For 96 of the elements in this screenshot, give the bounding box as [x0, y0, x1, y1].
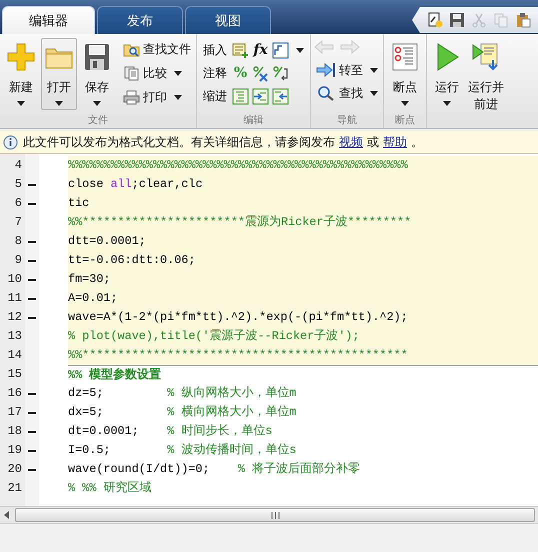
- caret-icon: [55, 101, 63, 106]
- line-number: 7: [14, 214, 23, 231]
- indent-icon[interactable]: [232, 88, 249, 104]
- scroll-left-icon[interactable]: [3, 511, 11, 519]
- caret-icon: [370, 90, 378, 96]
- code-text: tic: [68, 196, 90, 210]
- link[interactable]: 视频: [339, 134, 363, 148]
- caret-icon[interactable]: [296, 48, 304, 52]
- toolbar-button[interactable]: 比较: [121, 62, 193, 84]
- line-number: 18: [0, 422, 39, 441]
- comment-text: % 波动传播时间，单位s: [167, 443, 296, 457]
- comment-text: % 横向网格大小，单位m: [167, 405, 296, 419]
- arrow-to-bar-icon: [316, 62, 336, 78]
- line-number: 13: [6, 328, 23, 345]
- toolbar-button[interactable]: 新建: [3, 38, 39, 110]
- uncomment-icon[interactable]: [252, 64, 269, 82]
- caret-icon: [17, 101, 25, 106]
- code-text: dt=0.0001;: [68, 424, 140, 438]
- code-text: fm=30;: [68, 272, 110, 286]
- folder-search-icon: [123, 42, 140, 56]
- toolbar-button[interactable]: 查找: [314, 82, 380, 104]
- plus-icon: [6, 42, 36, 72]
- toolbar-button[interactable]: 保存: [79, 38, 115, 110]
- code-text: ;clear,clc: [132, 177, 203, 191]
- line-number: 17: [0, 403, 39, 422]
- wrap-comment-icon[interactable]: [272, 64, 289, 82]
- info-message: 此文件可以发布为格式化文档。有关详细信息，请参阅发布 视频 或 帮助 。: [23, 134, 423, 150]
- code-text: A=0.01;: [68, 291, 118, 305]
- printer-icon: [123, 90, 140, 104]
- code-text: I=0.5;: [68, 443, 112, 457]
- toolbar-button[interactable]: 转至: [314, 59, 380, 81]
- code-text: dx=5;: [68, 405, 104, 419]
- line-number: 15: [6, 366, 23, 383]
- link[interactable]: 帮助: [383, 134, 407, 148]
- toolbar-button[interactable]: 打印: [121, 86, 193, 108]
- line-number: 10: [0, 270, 39, 289]
- caret-icon: [174, 70, 182, 76]
- caret-icon: [401, 101, 409, 106]
- comment-text: % 时间步长，单位s: [167, 424, 272, 438]
- line-number: 16: [0, 384, 39, 403]
- caret-icon: [370, 68, 378, 72]
- caret-icon: [443, 101, 451, 106]
- code-text: dz=5;: [68, 386, 104, 400]
- caret-icon: [93, 101, 101, 106]
- comment-text: % plot(wave),title('震源子波--Ricker子波');: [68, 329, 360, 343]
- search-icon: [316, 85, 336, 101]
- documents-icon: [123, 66, 140, 80]
- toolbar-label[interactable]: 插入: [203, 42, 227, 58]
- toolbar-label[interactable]: 注释: [203, 64, 227, 82]
- comment-text: % 将子波后面部分补零: [238, 462, 360, 476]
- line-number: 5: [0, 175, 39, 194]
- code-text: close: [68, 177, 104, 191]
- new-icon[interactable]: [426, 11, 444, 29]
- toolbar-button[interactable]: 打开: [41, 38, 77, 110]
- ribbon-tab[interactable]: 发布: [97, 6, 183, 34]
- comment-text: %%%%%%%%%%%%%%%%%%%%%%%%%%%%%%%%%%%%%%%%%%%%%%%%: [68, 158, 408, 172]
- line-number: 14: [6, 347, 23, 364]
- code-text: wave(round(I/dt))=0;: [68, 462, 211, 476]
- line-number: 12: [0, 308, 39, 327]
- toolbar-button[interactable]: 查找文件: [121, 38, 193, 60]
- line-number: 8: [0, 232, 39, 251]
- info-icon: [3, 134, 18, 150]
- breakpoints-icon: [390, 42, 420, 72]
- caret-icon: [174, 94, 182, 100]
- toolbar-label[interactable]: 缩进: [203, 88, 227, 104]
- save-icon: [82, 42, 112, 72]
- comment-text: %%***********************震源为Ricker子波*********: [68, 215, 412, 229]
- line-number: 19: [0, 441, 39, 460]
- insert-icon[interactable]: [232, 42, 249, 58]
- code-text: tt=-0.06:dtt:0.06;: [68, 253, 196, 267]
- line-number: 21: [6, 480, 23, 497]
- comment-text: %%**********************************************: [68, 348, 408, 362]
- keyword-text: all: [110, 177, 132, 191]
- ribbon-tab[interactable]: 编辑器: [2, 6, 95, 34]
- outdent-icon[interactable]: [272, 88, 289, 104]
- ribbon-tab[interactable]: 视图: [185, 6, 271, 34]
- line-number: 9: [0, 251, 39, 270]
- cell-title: %% 模型参数设置: [68, 368, 162, 382]
- indent-icon[interactable]: [252, 88, 269, 104]
- toolbar-button[interactable]: 断点: [387, 38, 423, 110]
- line-number: 20: [0, 460, 39, 479]
- grip-icon: [270, 512, 280, 518]
- paste-icon[interactable]: [514, 11, 532, 29]
- toolbar-button[interactable]: fx: [252, 42, 269, 58]
- toolbar-button[interactable]: 运行并 前进: [466, 38, 506, 116]
- comment-text: % 纵向网格大小，单位m: [167, 386, 296, 400]
- toolbar-button[interactable]: 运行: [430, 38, 464, 110]
- code-text: dtt=0.0001;: [68, 234, 146, 248]
- scrollbar-thumb[interactable]: [15, 508, 535, 522]
- comment-text: % %% 研究区域: [68, 481, 152, 495]
- line-number: 6: [0, 194, 39, 213]
- line-number: 4: [14, 157, 23, 174]
- horizontal-scrollbar[interactable]: [0, 506, 538, 523]
- code-text: wave=A*(1-2*(pi*fm*tt).^2).*exp(-(pi*fm*tt).^2);: [68, 310, 408, 324]
- line-number: 11: [0, 289, 39, 308]
- save-icon[interactable]: [448, 11, 466, 29]
